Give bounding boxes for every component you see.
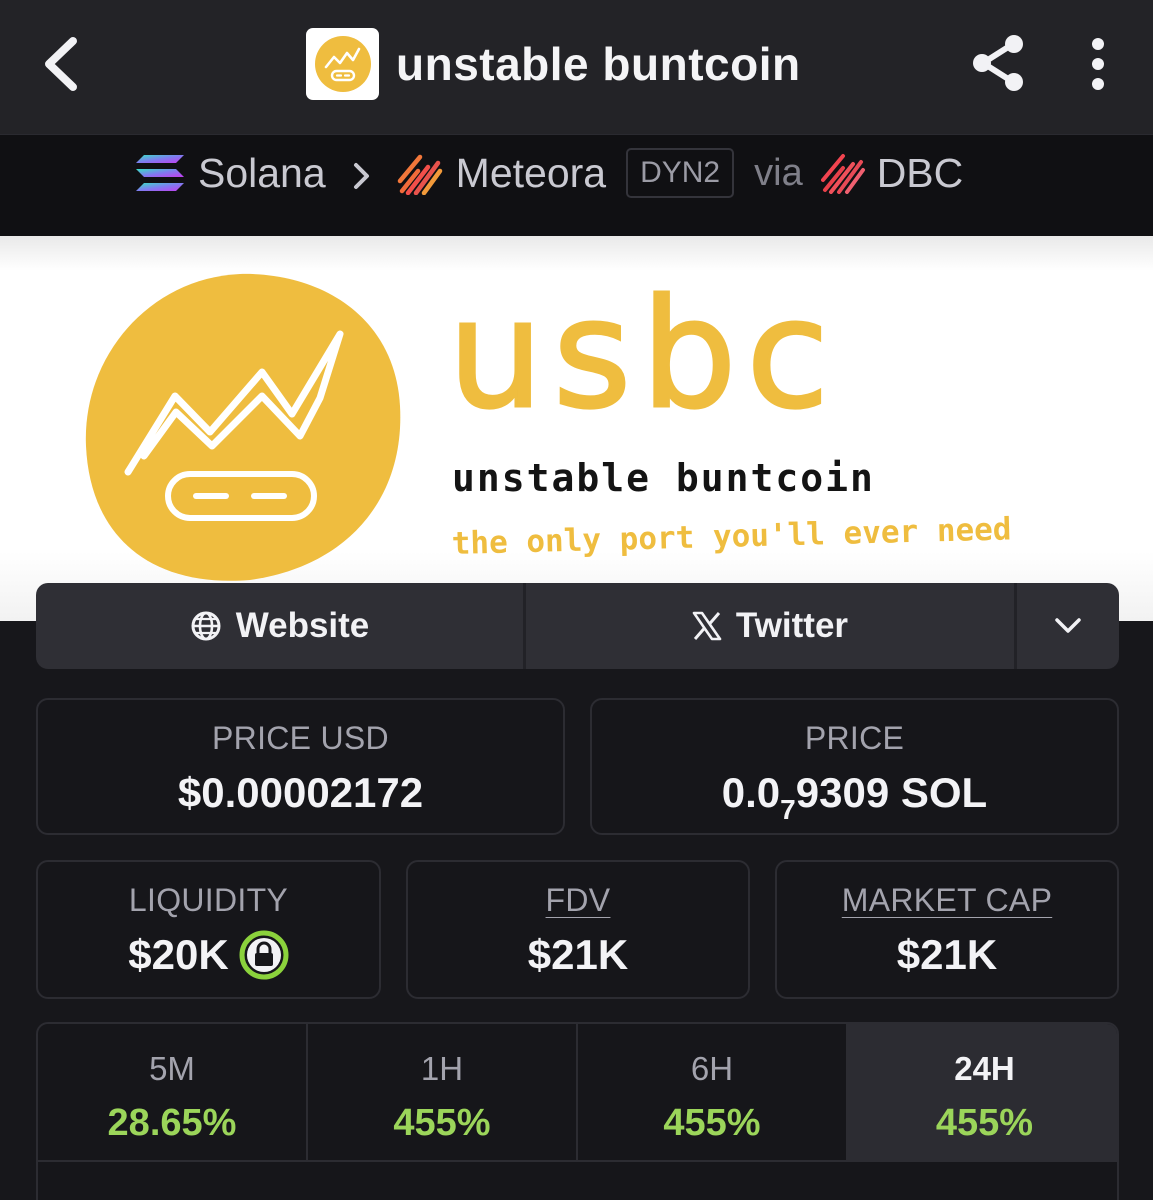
token-banner: usbc unstable buntcoin the only port you… xyxy=(0,236,1153,621)
page-title: unstable buntcoin xyxy=(396,38,801,90)
liquidity-value: $20K xyxy=(128,931,229,978)
top-app-bar: unstable buntcoin xyxy=(0,0,1153,134)
solana-icon xyxy=(136,155,184,191)
twitter-button[interactable]: Twitter xyxy=(526,583,1017,669)
more-vertical-icon xyxy=(1092,38,1104,90)
banner-logo-image xyxy=(85,273,401,581)
meteora-icon xyxy=(397,154,442,195)
banner-tagline: the only port you'll ever need xyxy=(451,511,1012,562)
banner-ticker: usbc xyxy=(448,268,839,442)
chevron-right-icon xyxy=(353,163,369,189)
period-label: 1H xyxy=(420,1050,464,1087)
chain-breadcrumb: Solana Meteora DYN2 via DBC xyxy=(0,134,1153,236)
tab-5m[interactable]: 5M 28.65% xyxy=(38,1024,308,1162)
price-usd-value: $0.00002172 xyxy=(177,769,424,816)
twitter-label: Twitter xyxy=(735,606,849,645)
back-arrow-icon xyxy=(45,37,77,91)
period-label: 24H xyxy=(954,1050,1015,1087)
price-native-prefix: 0.0 xyxy=(721,769,781,816)
chevron-down-icon xyxy=(1055,618,1081,633)
market-cap-value: $21K xyxy=(896,931,998,978)
price-native-card: PRICE 0.079309 SOL xyxy=(590,698,1119,835)
price-native-zero-count: 7 xyxy=(780,794,796,825)
x-icon xyxy=(692,611,722,641)
launchpad-name[interactable]: DBC xyxy=(877,150,964,197)
liquidity-lock-badge[interactable] xyxy=(239,930,289,980)
more-links-button[interactable] xyxy=(1017,583,1119,669)
share-button[interactable] xyxy=(966,30,1032,96)
tab-1h[interactable]: 1H 455% xyxy=(308,1024,578,1162)
fdv-value: $21K xyxy=(527,931,629,978)
banner-name: unstable buntcoin xyxy=(452,456,875,500)
price-native-suffix: 9309 SOL xyxy=(795,769,988,816)
website-button[interactable]: Website xyxy=(36,583,526,669)
token-header: unstable buntcoin xyxy=(306,28,801,100)
dbc-icon xyxy=(820,154,865,194)
price-change-tabs: 5M 28.65% 1H 455% 6H 455% 24H 455% xyxy=(36,1022,1119,1200)
tab-6h[interactable]: 6H 455% xyxy=(578,1024,848,1162)
period-label: 6H xyxy=(690,1050,734,1087)
chain-name[interactable]: Solana xyxy=(198,150,326,197)
tab-24h[interactable]: 24H 455% xyxy=(848,1024,1117,1162)
lock-icon xyxy=(239,930,289,980)
price-usd-card: PRICE USD $0.00002172 xyxy=(36,698,565,835)
market-cap-label: MARKET CAP xyxy=(841,882,1053,918)
period-change-value: 455% xyxy=(663,1102,761,1144)
website-label: Website xyxy=(235,606,370,645)
globe-icon xyxy=(191,611,221,641)
fdv-label: FDV xyxy=(545,882,611,918)
price-usd-label: PRICE USD xyxy=(212,720,389,756)
price-native-value: 0.079309 SOL xyxy=(592,769,1117,825)
period-label: 5M xyxy=(149,1050,195,1087)
back-button[interactable] xyxy=(28,26,94,102)
share-icon xyxy=(973,35,1023,91)
liquidity-card: LIQUIDITY $20K xyxy=(36,860,381,999)
period-change-value: 455% xyxy=(935,1102,1034,1144)
more-options-button[interactable] xyxy=(1076,34,1120,94)
liquidity-label: LIQUIDITY xyxy=(128,882,289,918)
market-cap-card[interactable]: MARKET CAP $21K xyxy=(775,860,1119,999)
liquidity-value-row: $20K xyxy=(38,930,379,983)
social-links-bar: Website Twitter xyxy=(36,583,1119,669)
pool-type-badge: DYN2 xyxy=(626,148,735,198)
token-logo xyxy=(306,28,379,100)
period-change-value: 28.65% xyxy=(107,1102,237,1144)
price-native-label: PRICE xyxy=(804,720,905,756)
via-label: via xyxy=(754,151,803,194)
fdv-card[interactable]: FDV $21K xyxy=(406,860,750,999)
dex-name[interactable]: Meteora xyxy=(456,150,606,197)
period-change-value: 455% xyxy=(393,1102,491,1144)
